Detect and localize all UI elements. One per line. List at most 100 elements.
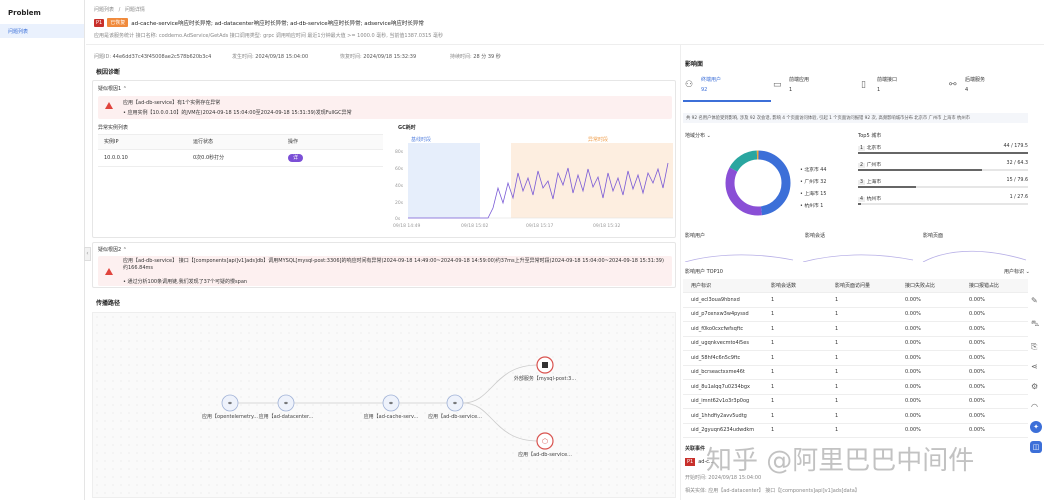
impact-card-backend-services[interactable]: ⚯ 后端服务 4 [947, 72, 1028, 102]
sidebar: Problem 问题列表 [0, 0, 85, 500]
breadcrumb-current: 问题详情 [124, 7, 145, 13]
legend-item: • 杭州市 1 [800, 204, 824, 209]
related-events-title: 关联事件 [685, 446, 706, 452]
gear-icon[interactable]: ⚙ [1031, 382, 1041, 392]
table-row[interactable]: uid_p7oxnxw3w4pyssd 1 1 0.00% 0.00% [683, 308, 1028, 322]
table-header: 实例IP 运行状态 操作 [98, 135, 383, 150]
top5-row: 3 上海市 15 / 79.6 [858, 176, 1028, 193]
root-cause-1-toggle[interactable]: 疑似根因1 ⌃ [98, 85, 127, 92]
svg-text:⚭: ⚭ [388, 400, 394, 408]
gc-chart-title: GC耗时 [398, 125, 416, 131]
y-tick: 0s [395, 216, 401, 222]
legend-baseline: 基线时段 [411, 136, 431, 143]
node-label: 应用【opentelemetry... [202, 413, 258, 420]
problem-title: ad-cache-service响应时长异常; ad-datacenter响应时… [131, 20, 424, 27]
root-cause-2-toggle[interactable]: 疑似根因2 ⌃ [98, 246, 127, 253]
topology-section-title: 传播路径 [96, 300, 121, 307]
rc1-line2: • 应用实例【10.0.0.10】的JVM在(2024-09-18 15:04:… [123, 110, 352, 116]
meta-duration: 持续时间: 28 分 39 秒 [450, 54, 501, 60]
chat-icon[interactable]: ◫ [1030, 441, 1042, 453]
topology-canvas: ⚭ ⚭ ⚭ ⚭ ⬡ 应用【opentelemetry... 应用【ad-data… [92, 312, 676, 498]
cart-icon[interactable]: ⛍ [1031, 319, 1041, 329]
table-row[interactable]: uid_imnt62v1o3r3p0og 1 1 0.00% 0.00% [683, 395, 1028, 409]
impact-card-users[interactable]: ⚇ 终端用户 92 [683, 72, 771, 102]
meta-problem-id: 问题ID: 44e6dd37c43f45008ae2c578b620b3c4 [94, 54, 212, 60]
table-row[interactable]: uid_58hf4c6n5c9ftc 1 1 0.00% 0.00% [683, 351, 1028, 366]
donut-legend: • 北京市 44 • 广州市 32 • 上海市 15 • 杭州市 1 [800, 165, 826, 213]
x-tick: 09/18 15:02 [461, 223, 489, 229]
edit-icon[interactable]: ✎ [1031, 296, 1041, 306]
topology-node[interactable]: ⚭ [446, 394, 464, 412]
topology-node-external[interactable] [536, 356, 554, 374]
node-label: 外部服务【mysql-post:3... [514, 375, 577, 382]
priority-badge: P1 [94, 18, 105, 27]
table-row[interactable]: uid_ecl3oua9hbnxd 1 1 0.00% 0.00% [683, 293, 1028, 308]
mini-chart-label: 影响页面 [923, 233, 944, 239]
assistant-icon[interactable]: ✦ [1030, 421, 1042, 433]
region-dropdown[interactable]: 地域分布 ⌄ [685, 132, 711, 139]
watermark: 知乎 @阿里巴巴中间件 [706, 446, 975, 476]
warning-icon [105, 268, 113, 275]
mini-chart-label: 影响会话 [805, 233, 826, 239]
topology-node[interactable]: ⚭ [221, 394, 239, 412]
x-tick: 09/18 15:17 [526, 223, 554, 229]
top5-row: 1 北京市 44 / 179.5 [858, 142, 1028, 159]
divider [86, 44, 1044, 45]
topology-node[interactable]: ⚭ [277, 394, 295, 412]
impact-card-frontend-apps[interactable]: ▭ 前端应用 1 [771, 72, 859, 102]
related-event-entity: 相关实体: 应用【ad-datacenter】 接口【[components]a… [685, 488, 860, 494]
mini-chart-label: 影响用户 [685, 233, 706, 239]
chevron-up-icon: ⌃ [122, 247, 127, 253]
users-table: 用户标识 影响会话数 影响页面访问量 接口失败占比 接口报错占比 uid_ecl… [683, 279, 1028, 438]
problem-meta: 问题ID: 44e6dd37c43f45008ae2c578b620b3c4 发… [94, 53, 501, 60]
divider [680, 44, 681, 500]
sidebar-item-problem-list[interactable]: 问题列表 [0, 24, 84, 38]
impact-section-title: 影响面 [685, 61, 704, 68]
legend-abnormal: 异常时段 [588, 136, 608, 143]
rc2-line1: 应用【ad-db-service】 接口【[components]api]v1]… [123, 258, 664, 271]
rc1-line1: 应用【ad-db-service】有1个实例存在异常 [123, 100, 221, 106]
floating-toolbar: ✎ ⛍ ⎘ ⋖ ⚙ ◠ ✦ ◫ [1028, 290, 1044, 465]
rca-section-title: 根因诊断 [96, 69, 121, 76]
node-label: 应用【ad-cache-serv... [364, 413, 419, 420]
status-badge: 已恢复 [107, 18, 129, 27]
svg-text:⚭: ⚭ [227, 400, 233, 408]
breadcrumb-parent[interactable]: 问题列表 [94, 7, 114, 13]
breadcrumb: 问题列表 / 问题详情 [94, 7, 145, 13]
x-tick: 09/18 15:32 [593, 223, 621, 229]
node-label: 应用【ad-db-service... [518, 451, 572, 458]
svg-text:⬡: ⬡ [542, 438, 548, 446]
root-cause-2-alert: 应用【ad-db-service】 接口【[components]api]v1]… [98, 256, 672, 286]
root-cause-1-panel: 疑似根因1 ⌃ 应用【ad-db-service】有1个实例存在异常 • 应用实… [92, 80, 676, 238]
headset-icon[interactable]: ◠ [1031, 402, 1041, 412]
y-tick: 80s [395, 149, 404, 155]
problem-header: P1 已恢复 ad-cache-service响应时长异常; ad-datace… [94, 18, 424, 27]
gc-chart: 基线时段 异常时段 80s 60s 40s 20s 0s 09/18 14:49… [393, 136, 673, 229]
table-row[interactable]: uid_2gyuqn6234udwdkm 1 1 0.00% 0.00% [683, 424, 1028, 438]
top5-row: 2 广州市 32 / 64.3 [858, 159, 1028, 176]
svg-text:⚭: ⚭ [452, 400, 458, 408]
priority-badge: P1 [685, 458, 696, 466]
table-row[interactable]: uid_f0ko0cxcfwfsqftc 1 1 0.00% 0.00% [683, 322, 1028, 337]
copy-icon[interactable]: ⎘ [1031, 342, 1041, 352]
chevron-down-icon: ⌄ [1025, 269, 1030, 275]
users-filter-dropdown[interactable]: 用户标识 ⌄ [1004, 268, 1030, 275]
mini-charts: 影响用户 影响会话 影响页面 [683, 232, 1028, 262]
sidebar-title: Problem [8, 9, 41, 17]
table-row[interactable]: uid_1hhdfiy2avv5udtg 1 1 0.00% 0.00% [683, 409, 1028, 424]
impact-card-frontend-apis[interactable]: ▯ 前端接口 1 [859, 72, 947, 102]
instance-table-title: 异常实例列表 [98, 125, 129, 131]
mini-chart-users [684, 254, 794, 262]
table-row[interactable]: uid_bcrseactxxme46t 1 1 0.00% 0.00% [683, 366, 1028, 380]
share-icon[interactable]: ⋖ [1031, 362, 1041, 372]
detail-button[interactable]: 详 [288, 154, 304, 162]
y-tick: 40s [395, 183, 404, 189]
topology-node-abnormal[interactable]: ⬡ [536, 432, 554, 450]
table-row[interactable]: uid_8u1alqq7u0234bgx 1 1 0.00% 0.00% [683, 380, 1028, 395]
meta-recover-time: 恢复时间: 2024/09/18 15:32:39 [340, 54, 417, 60]
main-content: 问题列表 / 问题详情 P1 已恢复 ad-cache-service响应时长异… [86, 0, 1044, 500]
impact-summary: 共 92 名用户体验受到影响, 涉及 92 次会话, 影响 4 个页面访问体验,… [683, 113, 1028, 123]
node-label: 应用【ad-datacenter... [259, 413, 314, 420]
topology-node[interactable]: ⚭ [382, 394, 400, 412]
table-row[interactable]: uid_ugqnkvecmto4i5es 1 1 0.00% 0.00% [683, 337, 1028, 351]
